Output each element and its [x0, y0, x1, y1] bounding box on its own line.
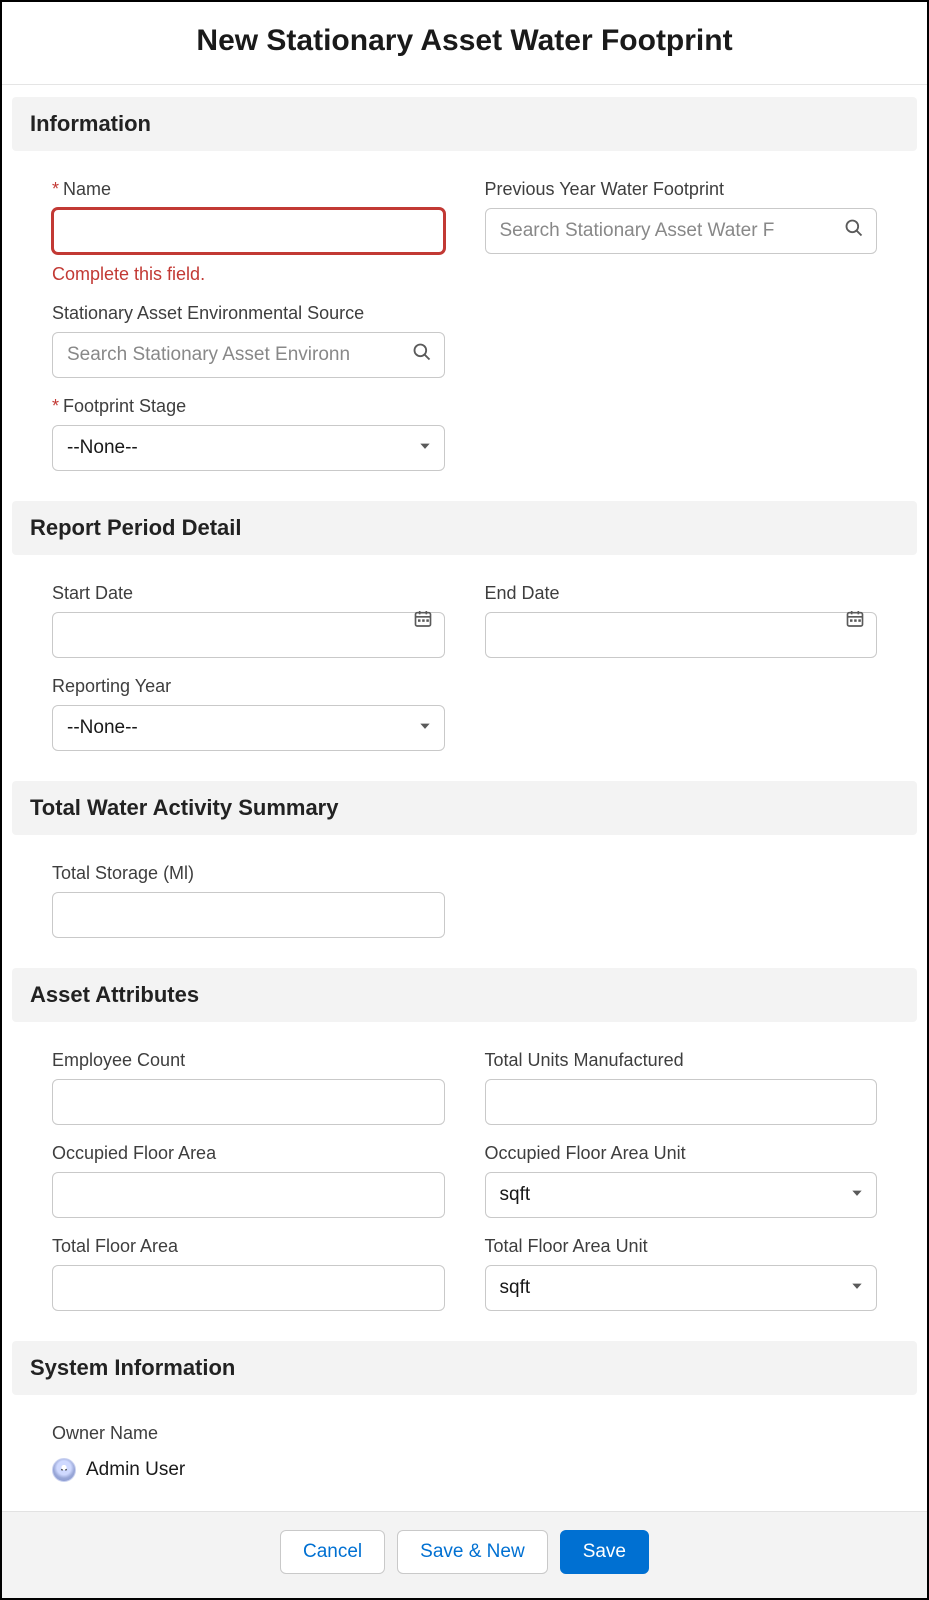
section-header-report: Report Period Detail	[12, 501, 917, 555]
total-units-input[interactable]	[485, 1079, 878, 1125]
section-body-system: Owner Name Admin User	[2, 1395, 927, 1500]
avatar	[52, 1458, 76, 1482]
total-unit-value: sqft	[500, 1277, 863, 1299]
reporting-year-value: --None--	[67, 717, 430, 739]
reporting-year-select[interactable]: --None--	[52, 705, 445, 751]
previous-year-label: Previous Year Water Footprint	[485, 179, 878, 200]
stage-label: Footprint Stage	[52, 396, 445, 417]
previous-year-lookup-input[interactable]	[500, 220, 863, 242]
employee-count-input[interactable]	[52, 1079, 445, 1125]
end-date-label: End Date	[485, 583, 878, 604]
source-label: Stationary Asset Environmental Source	[52, 303, 445, 324]
end-date-input[interactable]	[485, 612, 878, 658]
occupied-unit-label: Occupied Floor Area Unit	[485, 1143, 878, 1164]
modal-dialog: New Stationary Asset Water Footprint Inf…	[0, 0, 929, 1600]
occupied-area-input[interactable]	[52, 1172, 445, 1218]
divider	[2, 84, 927, 85]
modal-title: New Stationary Asset Water Footprint	[2, 2, 927, 84]
reporting-year-label: Reporting Year	[52, 676, 445, 697]
name-label: Name	[52, 179, 445, 200]
modal-scroll-area[interactable]: New Stationary Asset Water Footprint Inf…	[2, 2, 927, 1511]
name-input[interactable]	[52, 208, 445, 254]
section-header-asset: Asset Attributes	[12, 968, 917, 1022]
source-lookup-input[interactable]	[67, 344, 430, 366]
total-storage-label: Total Storage (Ml)	[52, 863, 445, 884]
name-error: Complete this field.	[52, 264, 445, 285]
stage-select[interactable]: --None--	[52, 425, 445, 471]
section-header-system: System Information	[12, 1341, 917, 1395]
section-body-report: Start Date End Date Reporting Year	[2, 555, 927, 769]
save-new-button[interactable]: Save & New	[397, 1530, 548, 1574]
occupied-unit-select[interactable]: sqft	[485, 1172, 878, 1218]
total-unit-select[interactable]: sqft	[485, 1265, 878, 1311]
total-unit-label: Total Floor Area Unit	[485, 1236, 878, 1257]
stage-select-value: --None--	[67, 437, 430, 459]
occupied-area-label: Occupied Floor Area	[52, 1143, 445, 1164]
section-body-asset: Employee Count Total Units Manufactured …	[2, 1022, 927, 1329]
total-units-label: Total Units Manufactured	[485, 1050, 878, 1071]
start-date-label: Start Date	[52, 583, 445, 604]
occupied-unit-value: sqft	[500, 1184, 863, 1206]
modal-footer: Cancel Save & New Save	[2, 1511, 927, 1598]
owner-name: Admin User	[86, 1459, 185, 1481]
source-lookup[interactable]	[52, 332, 445, 378]
section-body-information: Name Complete this field. Previous Year …	[2, 151, 927, 489]
total-storage-input[interactable]	[52, 892, 445, 938]
cancel-button[interactable]: Cancel	[280, 1530, 385, 1574]
save-button[interactable]: Save	[560, 1530, 649, 1574]
section-body-water: Total Storage (Ml)	[2, 835, 927, 956]
section-header-water: Total Water Activity Summary	[12, 781, 917, 835]
start-date-input[interactable]	[52, 612, 445, 658]
previous-year-lookup[interactable]	[485, 208, 878, 254]
section-header-information: Information	[12, 97, 917, 151]
employee-count-label: Employee Count	[52, 1050, 445, 1071]
owner-label: Owner Name	[52, 1423, 445, 1444]
total-area-input[interactable]	[52, 1265, 445, 1311]
total-area-label: Total Floor Area	[52, 1236, 445, 1257]
